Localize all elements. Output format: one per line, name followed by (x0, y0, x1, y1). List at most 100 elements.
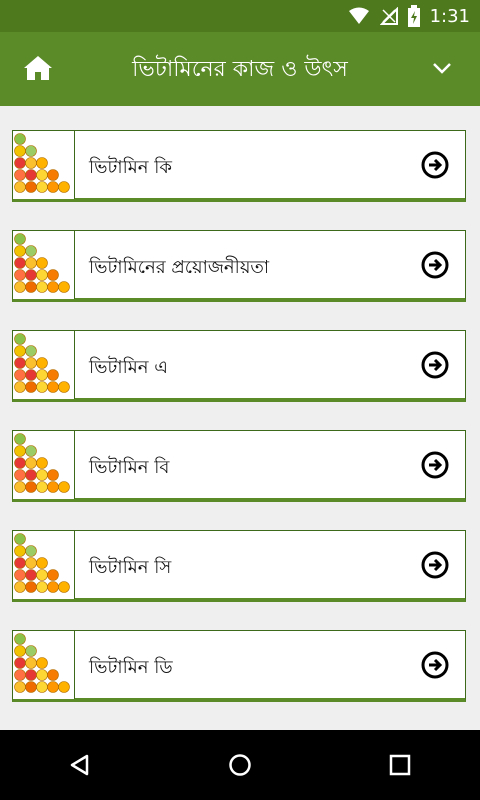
chevron-button[interactable] (428, 54, 456, 82)
vitamin-ball (36, 681, 48, 693)
vitamin-thumbnail (13, 631, 75, 699)
vitamin-ball (25, 669, 37, 681)
list-item-vitamin-c[interactable]: ভিটামিন সি (12, 530, 466, 602)
recents-icon (389, 754, 411, 776)
vitamin-ball (25, 245, 37, 257)
recents-button[interactable] (370, 735, 430, 795)
list-item-vitamin-what[interactable]: ভিটামিন কি (12, 130, 466, 202)
vitamin-ball (25, 545, 37, 557)
arrow-right-circle-icon (421, 651, 449, 679)
vitamin-ball (14, 557, 26, 569)
vitamin-ball (25, 657, 37, 669)
vitamin-ball (36, 181, 48, 193)
list-item-vitamin-b[interactable]: ভিটামিন বি (12, 430, 466, 502)
vitamin-ball (14, 581, 26, 593)
arrow-right-circle-icon (421, 251, 449, 279)
vitamin-ball (14, 569, 26, 581)
vitamin-ball (47, 181, 59, 193)
chevron-down-icon (433, 63, 451, 74)
vitamin-ball (36, 281, 48, 293)
list-item-vitamin-necessity[interactable]: ভিটামিনের প্রয়োজনীয়তা (12, 230, 466, 302)
vitamin-ball (14, 269, 26, 281)
list-item-label: ভিটামিন সি (89, 557, 172, 578)
vitamin-ball (25, 469, 37, 481)
vitamin-ball (25, 281, 37, 293)
vitamin-ball (14, 157, 26, 169)
arrow-right-circle-icon (421, 351, 449, 379)
vitamin-ball (58, 181, 70, 193)
app-bar: ভিটামিনের কাজ ও উৎস (0, 32, 480, 106)
vitamin-ball (47, 481, 59, 493)
vitamin-ball (58, 281, 70, 293)
vitamin-ball (14, 481, 26, 493)
vitamin-balls-logo (14, 633, 70, 693)
vitamin-ball (14, 169, 26, 181)
vitamin-ball (14, 333, 26, 345)
status-bar: 1:31 (0, 0, 480, 32)
vitamin-ball (25, 581, 37, 593)
vitamin-ball (14, 681, 26, 693)
vitamin-ball (14, 357, 26, 369)
vitamin-thumbnail (13, 231, 75, 299)
back-button[interactable] (50, 735, 110, 795)
vitamin-ball (25, 445, 37, 457)
signal-icon (379, 7, 398, 25)
vitamin-ball (14, 645, 26, 657)
vitamin-ball (14, 257, 26, 269)
vitamin-ball (14, 233, 26, 245)
vitamin-thumbnail (13, 531, 75, 599)
vitamin-ball (25, 481, 37, 493)
vitamin-ball (36, 481, 48, 493)
vitamin-ball (14, 669, 26, 681)
vitamin-ball (25, 457, 37, 469)
vitamin-ball (14, 433, 26, 445)
vitamin-ball (25, 345, 37, 357)
vitamin-ball (25, 645, 37, 657)
list-item-vitamin-d[interactable]: ভিটামিন ডি (12, 630, 466, 702)
list-item-vitamin-a[interactable]: ভিটামিন এ (12, 330, 466, 402)
vitamin-ball (36, 257, 48, 269)
vitamin-ball (14, 145, 26, 157)
home-nav-button[interactable] (210, 735, 270, 795)
vitamin-ball (47, 469, 59, 481)
vitamin-ball (47, 569, 59, 581)
vitamin-ball (36, 457, 48, 469)
vitamin-ball (58, 581, 70, 593)
vitamin-ball (36, 669, 48, 681)
vitamin-balls-logo (14, 333, 70, 393)
back-icon (70, 754, 89, 776)
vitamin-ball (25, 145, 37, 157)
vitamin-balls-logo (14, 533, 70, 593)
list-item-label: ভিটামিন বি (89, 457, 170, 478)
list-item-label: ভিটামিন কি (89, 157, 172, 178)
vitamin-ball (36, 569, 48, 581)
vitamin-ball (47, 381, 59, 393)
vitamin-ball (25, 181, 37, 193)
vitamin-thumbnail (13, 131, 75, 199)
vitamin-balls-logo (14, 233, 70, 293)
vitamin-ball (25, 169, 37, 181)
vitamin-ball (58, 681, 70, 693)
vitamin-ball (25, 369, 37, 381)
vitamin-ball (36, 269, 48, 281)
vitamin-ball (25, 269, 37, 281)
vitamin-ball (36, 381, 48, 393)
home-circle-icon (229, 754, 251, 776)
vitamin-ball (47, 169, 59, 181)
vitamin-ball (14, 281, 26, 293)
vitamin-ball (25, 357, 37, 369)
vitamin-ball (25, 157, 37, 169)
vitamin-ball (14, 133, 26, 145)
vitamin-thumbnail (13, 331, 75, 399)
vitamin-ball (14, 181, 26, 193)
status-time: 1:31 (429, 5, 470, 27)
vitamin-ball (47, 681, 59, 693)
vitamin-ball (58, 381, 70, 393)
vitamin-ball (25, 681, 37, 693)
vitamin-list: ভিটামিন কি ভিটামিনের প্রয়োজনীয়তা ভিটাম… (0, 106, 480, 730)
list-item-label: ভিটামিন এ (89, 357, 168, 378)
vitamin-ball (14, 545, 26, 557)
vitamin-ball (14, 633, 26, 645)
vitamin-ball (25, 257, 37, 269)
vitamin-ball (36, 469, 48, 481)
